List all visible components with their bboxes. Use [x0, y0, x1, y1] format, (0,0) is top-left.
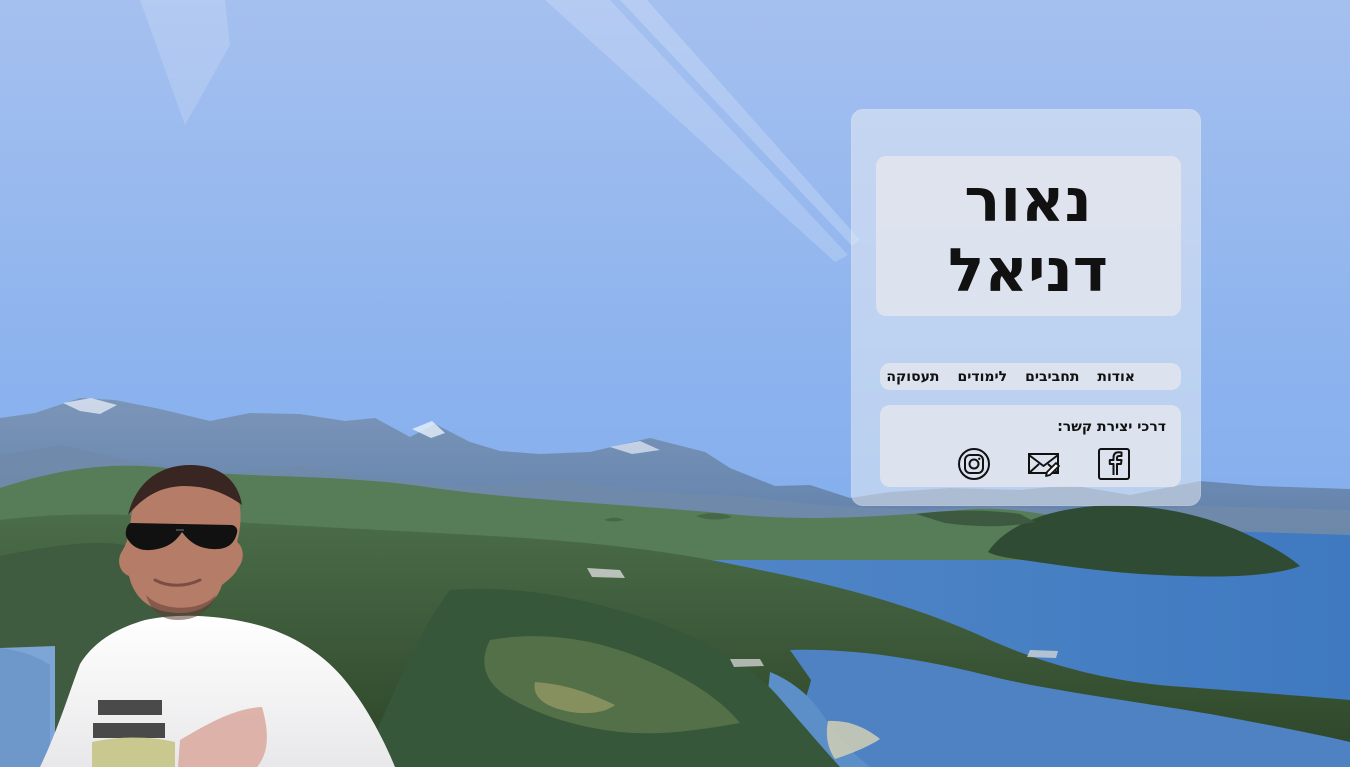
nav-item-hobbies[interactable]: תחביבים	[1025, 369, 1079, 385]
mail-icon[interactable]	[1027, 447, 1061, 481]
first-name: נאור	[964, 166, 1092, 236]
nav-item-about[interactable]: אודות	[1097, 369, 1135, 385]
nav-item-studies[interactable]: לימודים	[958, 369, 1008, 385]
name-panel: נאור דניאל	[876, 156, 1181, 316]
landing-page: נאור דניאל אודות תחביבים לימודים תעסוקה …	[0, 0, 1350, 767]
section-navigation: אודות תחביבים לימודים תעסוקה	[880, 363, 1181, 390]
last-name: דניאל	[947, 236, 1109, 306]
profile-name: נאור דניאל	[903, 166, 1153, 306]
contact-label: דרכי יצירת קשר:	[1057, 419, 1166, 435]
instagram-icon[interactable]	[957, 447, 991, 481]
facebook-icon[interactable]	[1097, 447, 1131, 481]
contact-panel: דרכי יצירת קשר:	[880, 405, 1181, 487]
social-icons	[957, 447, 1131, 481]
nav-item-employment[interactable]: תעסוקה	[886, 369, 939, 385]
profile-card: נאור דניאל אודות תחביבים לימודים תעסוקה …	[851, 109, 1201, 506]
